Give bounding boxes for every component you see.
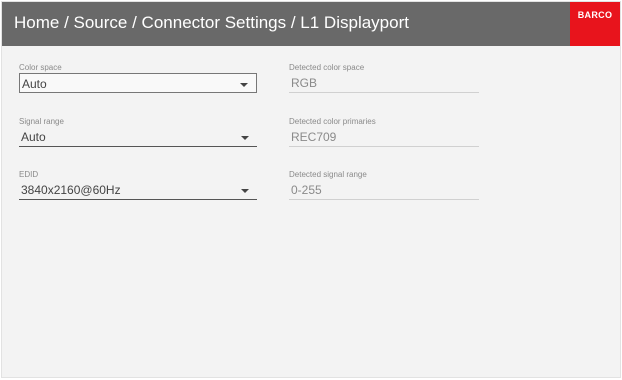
signal-range-select[interactable]: Auto	[19, 127, 257, 147]
breadcrumb[interactable]: Home / Source / Connector Settings / L1 …	[14, 13, 409, 33]
chevron-down-icon	[241, 136, 249, 140]
connector-settings-page: Home / Source / Connector Settings / L1 …	[1, 1, 621, 378]
detected-signal-range-box: 0-255	[289, 180, 479, 200]
detected-color-primaries-box: REC709	[289, 127, 479, 147]
detected-signal-range-value: 0-255	[291, 183, 322, 197]
detected-color-primaries-field: Detected color primaries REC709	[289, 116, 479, 147]
chevron-down-icon	[240, 83, 248, 87]
edid-field: EDID 3840x2160@60Hz	[19, 169, 257, 200]
edid-select[interactable]: 3840x2160@60Hz	[19, 180, 257, 200]
detected-signal-range-label: Detected signal range	[289, 170, 367, 179]
edid-label: EDID	[19, 170, 39, 179]
signal-range-label: Signal range	[19, 117, 64, 126]
signal-range-value: Auto	[21, 130, 46, 144]
detected-color-primaries-label: Detected color primaries	[289, 117, 376, 126]
brand-logo: BARCO	[570, 2, 620, 46]
color-space-label: Color space	[19, 63, 62, 72]
detected-color-primaries-value: REC709	[291, 130, 337, 144]
detected-color-space-field: Detected color space RGB	[289, 62, 479, 93]
signal-range-field: Signal range Auto	[19, 116, 257, 147]
detected-signal-range-field: Detected signal range 0-255	[289, 169, 479, 200]
color-space-value: Auto	[22, 77, 47, 91]
color-space-field: Color space Auto	[19, 62, 257, 93]
detected-color-space-label: Detected color space	[289, 63, 365, 72]
color-space-select[interactable]: Auto	[19, 73, 257, 93]
header-bar: Home / Source / Connector Settings / L1 …	[2, 2, 620, 46]
chevron-down-icon	[241, 189, 249, 193]
detected-color-space-value: RGB	[291, 76, 318, 90]
detected-color-space-box: RGB	[289, 73, 479, 93]
edid-value: 3840x2160@60Hz	[21, 183, 121, 197]
brand-logo-text: BARCO	[577, 10, 613, 20]
